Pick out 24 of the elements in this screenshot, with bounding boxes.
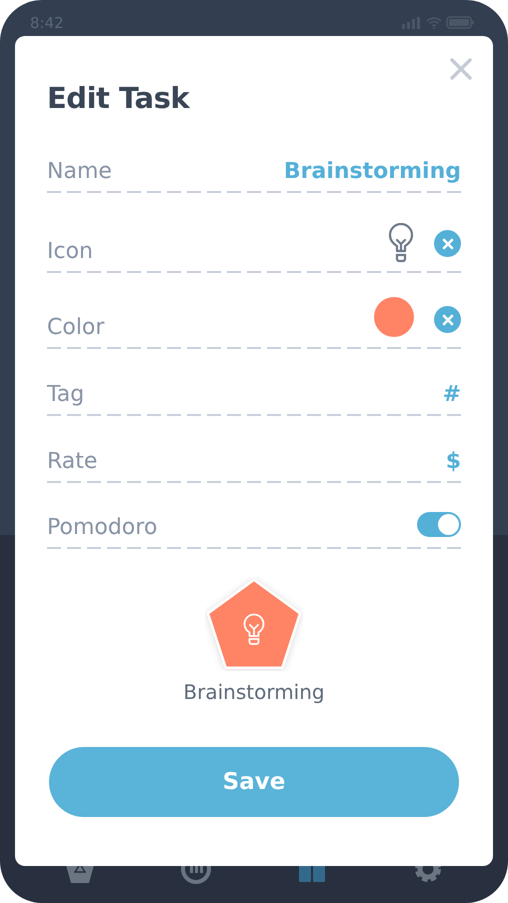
pomodoro-toggle[interactable] bbox=[417, 512, 461, 537]
close-button[interactable] bbox=[449, 56, 473, 80]
task-name: Brainstorming bbox=[183, 679, 325, 706]
clear-button[interactable] bbox=[434, 230, 461, 257]
field-label: Rate bbox=[47, 448, 98, 476]
field-symbol[interactable]: # bbox=[442, 380, 461, 410]
dialog-title: Edit Task bbox=[47, 80, 191, 117]
lightbulb-icon bbox=[388, 223, 414, 263]
field-label: Tag bbox=[47, 381, 84, 409]
close-icon bbox=[442, 314, 454, 326]
save-button[interactable]: Save bbox=[49, 747, 459, 817]
signal-icon bbox=[402, 16, 422, 28]
battery-icon bbox=[446, 16, 474, 29]
field-label: Icon bbox=[47, 238, 93, 266]
close-icon bbox=[442, 238, 454, 250]
field-symbol[interactable]: $ bbox=[446, 447, 461, 477]
wifi-icon bbox=[426, 16, 442, 28]
close-icon bbox=[449, 56, 473, 81]
field-label: Color bbox=[47, 314, 104, 342]
color-swatch[interactable] bbox=[374, 297, 414, 337]
field-label: Name bbox=[47, 158, 112, 186]
clear-button[interactable] bbox=[434, 306, 461, 333]
field-value[interactable]: Brainstorming bbox=[284, 157, 461, 187]
field-label: Pomodoro bbox=[47, 514, 158, 542]
